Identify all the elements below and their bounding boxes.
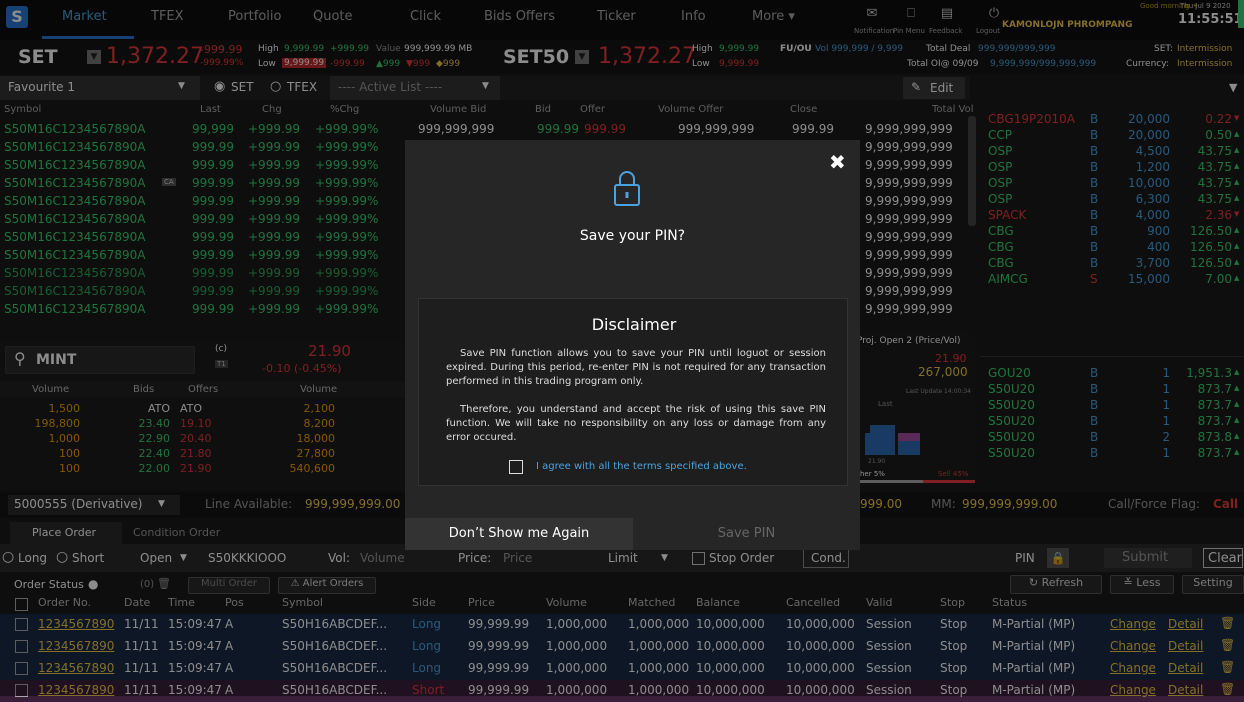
agree-label[interactable]: I agree with all the terms specified abo… [536, 461, 747, 472]
disclaimer-title: Disclaimer [591, 315, 677, 334]
disclaimer-p2: Therefore, you understand and accept the… [446, 404, 826, 443]
dont-show-again-button[interactable]: Don’t Show me Again [405, 518, 633, 550]
save-pin-button[interactable]: Save PIN [633, 518, 860, 550]
agree-checkbox[interactable] [509, 460, 523, 474]
close-icon[interactable]: ✖ [829, 150, 846, 174]
disclaimer-box: Disclaimer Save PIN function allows you … [418, 298, 848, 486]
modal-title: Save your PIN? [579, 228, 686, 244]
lock-icon [614, 171, 640, 206]
disclaimer-p1: Save PIN function allows you to save you… [446, 348, 826, 387]
